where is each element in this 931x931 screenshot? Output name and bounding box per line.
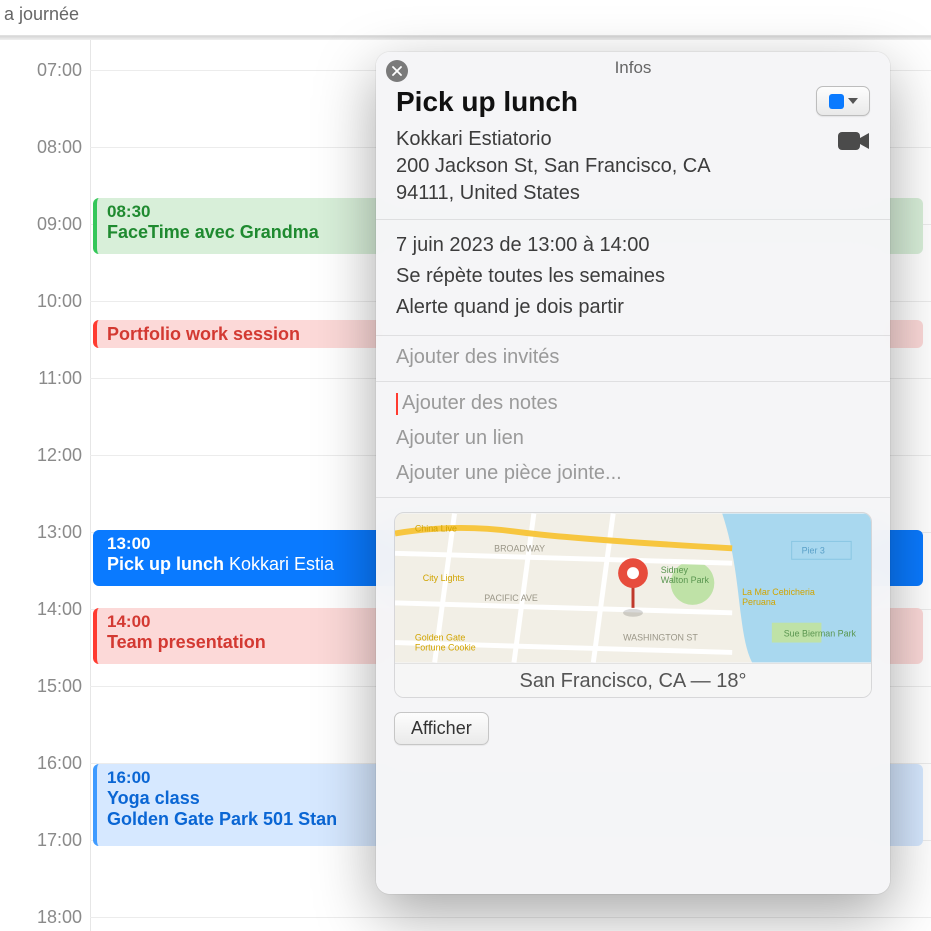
svg-text:China Live: China Live: [415, 523, 457, 533]
add-link-field[interactable]: Ajouter un lien: [396, 427, 870, 450]
event-location-label: Kokkari Estia: [224, 554, 334, 574]
add-invitees-field[interactable]: Ajouter des invités: [396, 346, 870, 369]
event-title-label: Team presentation: [107, 632, 266, 652]
svg-text:Fortune Cookie: Fortune Cookie: [415, 642, 476, 652]
event-repeat[interactable]: Se répète toutes les semaines: [396, 261, 870, 292]
hour-label: 15:00: [22, 676, 82, 697]
add-notes-field[interactable]: Ajouter des notes: [402, 392, 558, 415]
location-map[interactable]: BROADWAY PACIFIC AVE WASHINGTON ST China…: [394, 512, 872, 698]
svg-text:La Mar Cebicheria: La Mar Cebicheria: [742, 587, 815, 597]
hour-label: 08:00: [22, 137, 82, 158]
hour-label: 10:00: [22, 291, 82, 312]
video-call-button[interactable]: [838, 130, 870, 157]
hour-label: 16:00: [22, 753, 82, 774]
add-attachment-field[interactable]: Ajouter une pièce jointe...: [396, 462, 870, 485]
svg-text:Sue Bierman Park: Sue Bierman Park: [784, 629, 857, 639]
event-title[interactable]: Pick up lunch: [396, 86, 578, 118]
hour-label: 18:00: [22, 907, 82, 928]
event-title-label: FaceTime avec Grandma: [107, 222, 319, 242]
hour-label: 07:00: [22, 60, 82, 81]
calendar-color-swatch: [829, 94, 844, 109]
popover-header: Infos: [376, 52, 890, 82]
text-cursor: [396, 393, 398, 415]
map-preview: BROADWAY PACIFIC AVE WASHINGTON ST China…: [395, 513, 871, 663]
all-day-row: a journée: [0, 0, 931, 36]
event-location[interactable]: Kokkari Estiatorio 200 Jackson St, San F…: [396, 126, 711, 207]
video-camera-icon: [838, 130, 870, 152]
svg-text:PACIFIC AVE: PACIFIC AVE: [484, 593, 538, 603]
popover-header-label: Infos: [615, 58, 652, 77]
svg-text:Pier 3: Pier 3: [802, 545, 825, 555]
gutter-line: [90, 40, 91, 931]
show-button[interactable]: Afficher: [394, 712, 489, 745]
hour-label: 13:00: [22, 522, 82, 543]
event-title-label: Pick up lunch: [107, 554, 224, 574]
map-caption: San Francisco, CA — 18°: [395, 663, 871, 698]
event-title-label: Yoga class: [107, 788, 200, 808]
hour-label: 14:00: [22, 599, 82, 620]
svg-text:City Lights: City Lights: [423, 573, 465, 583]
hour-label: 09:00: [22, 214, 82, 235]
event-info-popover: Infos Pick up lunch Kokkari Estiatorio 2…: [376, 52, 890, 894]
hour-label: 11:00: [22, 368, 82, 389]
svg-text:WASHINGTON ST: WASHINGTON ST: [623, 633, 698, 643]
close-button[interactable]: [386, 60, 408, 82]
svg-text:Sidney: Sidney: [661, 565, 689, 575]
event-title-label: Portfolio work session: [107, 324, 300, 344]
hour-label: 17:00: [22, 830, 82, 851]
close-icon: [392, 66, 402, 76]
calendar-color-picker[interactable]: [816, 86, 870, 116]
location-address: 200 Jackson St, San Francisco, CA: [396, 153, 711, 180]
event-date-time[interactable]: 7 juin 2023 de 13:00 à 14:00: [396, 230, 870, 261]
svg-text:Golden Gate: Golden Gate: [415, 633, 466, 643]
svg-text:Peruana: Peruana: [742, 597, 776, 607]
event-alert[interactable]: Alerte quand je dois partir: [396, 292, 870, 323]
location-name: Kokkari Estiatorio: [396, 126, 711, 153]
svg-text:Walton Park: Walton Park: [661, 575, 710, 585]
location-postal: 94111, United States: [396, 180, 711, 207]
svg-text:BROADWAY: BROADWAY: [494, 543, 545, 553]
hour-gridline: [90, 917, 931, 918]
hour-label: 12:00: [22, 445, 82, 466]
chevron-down-icon: [848, 98, 858, 104]
